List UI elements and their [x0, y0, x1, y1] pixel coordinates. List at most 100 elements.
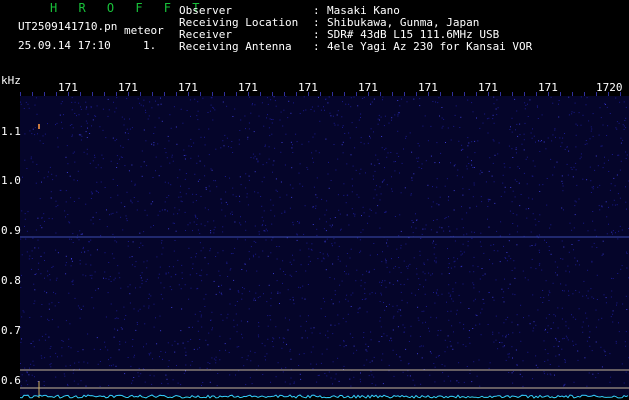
noise-speck [358, 119, 360, 121]
noise-speck [197, 229, 199, 231]
noise-speck [257, 297, 259, 299]
noise-speck [335, 373, 337, 375]
noise-speck [469, 271, 471, 273]
noise-speck [603, 349, 605, 351]
noise-speck [28, 107, 30, 109]
noise-speck [209, 248, 211, 250]
noise-speck [523, 317, 524, 319]
noise-speck [197, 180, 199, 182]
noise-speck [516, 244, 518, 246]
noise-speck [547, 137, 549, 139]
noise-speck [65, 201, 67, 203]
noise-speck [588, 120, 590, 122]
noise-speck [625, 157, 627, 159]
noise-speck [99, 349, 101, 350]
noise-speck [580, 96, 582, 98]
noise-speck [370, 128, 372, 130]
noise-speck [208, 128, 210, 130]
noise-speck [360, 231, 362, 233]
noise-speck [604, 351, 606, 353]
y-tick-label: 0.6 [1, 374, 21, 387]
noise-speck [381, 359, 383, 361]
noise-speck [57, 356, 58, 358]
time-tick [500, 92, 501, 96]
noise-speck [188, 298, 190, 300]
noise-speck [460, 266, 462, 268]
time-tick [440, 92, 441, 96]
noise-speck [141, 280, 143, 282]
noise-speck [399, 356, 401, 358]
noise-speck [625, 371, 627, 373]
noise-speck [402, 324, 404, 326]
noise-speck [548, 314, 550, 315]
noise-speck [24, 133, 26, 135]
noise-speck [181, 308, 183, 310]
noise-speck [414, 384, 416, 386]
noise-speck [67, 383, 68, 385]
noise-speck [398, 156, 400, 157]
noise-speck [211, 311, 213, 313]
noise-speck [471, 160, 472, 162]
noise-speck [72, 281, 74, 283]
noise-speck [303, 233, 305, 235]
noise-speck [601, 145, 603, 147]
noise-speck [52, 265, 54, 267]
noise-speck [168, 272, 170, 274]
noise-speck [430, 316, 432, 318]
noise-speck [594, 169, 596, 171]
noise-speck [34, 300, 36, 302]
y-tick-label: 0.9 [1, 224, 21, 237]
noise-speck [473, 256, 475, 258]
noise-speck [458, 294, 460, 296]
noise-speck [444, 185, 446, 187]
noise-speck [153, 142, 155, 144]
noise-speck [271, 133, 273, 135]
noise-speck [417, 161, 419, 162]
noise-speck [31, 250, 33, 252]
noise-speck [362, 98, 364, 99]
noise-speck [575, 201, 577, 203]
noise-speck [232, 253, 234, 254]
noise-speck [427, 140, 429, 142]
noise-speck [110, 213, 112, 215]
noise-speck [236, 331, 238, 333]
noise-speck [362, 229, 364, 231]
noise-speck [397, 326, 399, 328]
noise-speck [493, 299, 495, 301]
noise-speck [394, 114, 396, 116]
noise-speck [604, 103, 605, 105]
noise-speck [32, 340, 34, 342]
noise-speck [452, 291, 454, 293]
noise-speck [448, 263, 450, 265]
noise-speck [262, 164, 264, 166]
noise-speck [442, 125, 444, 127]
noise-speck [319, 252, 321, 253]
noise-speck [82, 274, 84, 276]
noise-speck [541, 140, 542, 142]
time-tick [116, 92, 117, 96]
noise-speck [120, 145, 122, 147]
noise-speck [56, 277, 58, 279]
noise-speck [379, 320, 381, 322]
noise-speck [578, 291, 580, 293]
noise-speck [510, 126, 511, 128]
noise-speck [522, 270, 524, 272]
noise-speck [193, 348, 195, 350]
noise-speck [131, 264, 133, 266]
noise-speck [31, 268, 32, 270]
noise-speck [435, 356, 437, 358]
noise-speck [127, 286, 129, 288]
noise-speck [489, 157, 491, 159]
noise-speck [493, 96, 495, 98]
noise-speck [173, 250, 175, 252]
noise-speck [243, 365, 245, 367]
noise-speck [165, 272, 167, 274]
noise-speck [487, 324, 489, 325]
noise-speck [619, 197, 621, 199]
noise-speck [21, 210, 23, 212]
noise-speck [350, 154, 352, 156]
noise-speck [87, 113, 89, 115]
noise-speck [351, 122, 353, 124]
noise-speck [252, 254, 254, 256]
noise-speck [124, 132, 126, 134]
